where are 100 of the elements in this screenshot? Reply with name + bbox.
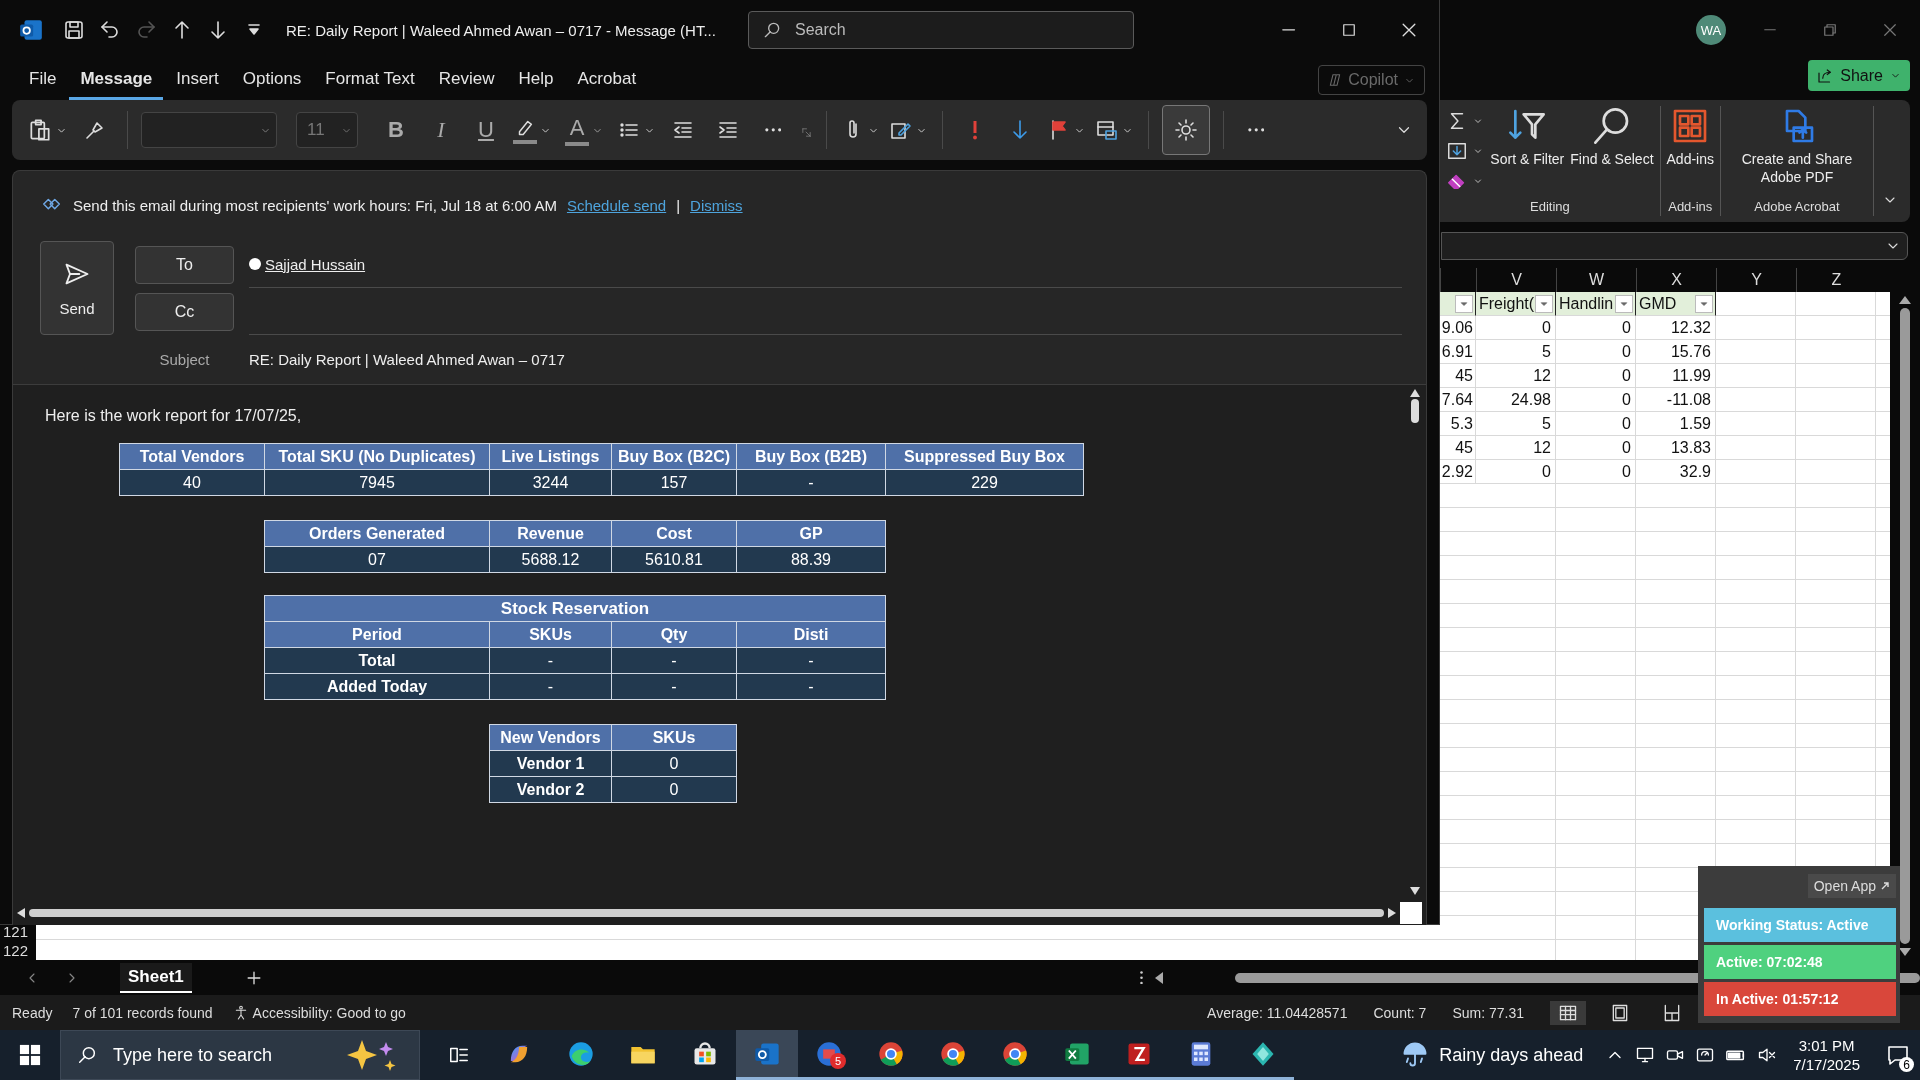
header-cell: Handlin (1559, 294, 1614, 313)
recipient-link[interactable]: Sajjad Hussain (265, 255, 366, 273)
scroll-right-icon[interactable] (1388, 908, 1396, 918)
browser-icon (1001, 1039, 1029, 1068)
font-name-field[interactable] (141, 112, 277, 148)
monitor-icon[interactable] (1635, 1045, 1656, 1065)
column-header: SKUs (611, 724, 737, 751)
theme-toggle-button[interactable] (1162, 105, 1210, 155)
font-size-field[interactable]: 11 (296, 112, 358, 148)
table-cell: - (736, 469, 886, 496)
table-cell: 5 (1542, 414, 1551, 433)
to-field[interactable]: Sajjad Hussain (249, 241, 1402, 288)
row-number: 121 (2, 922, 30, 941)
column-header: Cost (611, 520, 737, 547)
status-text: Average: 11.04428571 (1207, 1004, 1348, 1021)
fill-down-icon (1446, 140, 1469, 162)
column-header: Orders Generated (264, 520, 490, 547)
open-app-button[interactable]: Open App (1807, 874, 1896, 898)
view-button[interactable] (1550, 1000, 1586, 1025)
column-header: GP (736, 520, 886, 547)
table-cell: 0 (1542, 318, 1551, 337)
italic-button[interactable]: I (422, 110, 460, 150)
row-header: Added Today (264, 673, 490, 700)
ribbon-tab[interactable]: Insert (165, 60, 230, 100)
table-cell: 40 (119, 469, 265, 496)
horizontal-scrollbar[interactable] (13, 901, 1426, 925)
status-text: Sum: 77.31 (1452, 1004, 1524, 1021)
bold-button[interactable]: B (377, 110, 415, 150)
scroll-down-icon[interactable] (1899, 948, 1911, 956)
scroll-thumb[interactable] (1900, 308, 1910, 944)
ribbon-tab[interactable]: Review (427, 60, 506, 100)
table-cell: 88.39 (736, 546, 886, 573)
filter-button[interactable] (1535, 294, 1553, 313)
scroll-up-icon[interactable] (1410, 389, 1420, 397)
table-cell: 0 (1622, 342, 1631, 361)
filter-button[interactable] (1455, 294, 1473, 313)
table-cell: 5610.81 (611, 546, 737, 573)
more-icon[interactable] (1140, 970, 1143, 985)
browser-icon (877, 1039, 905, 1068)
windows-icon (19, 1044, 41, 1066)
table-cell: 5688.12 (489, 546, 612, 573)
group-label: Add-ins (1668, 199, 1713, 216)
date-text: 7/17/2025 (1793, 1055, 1860, 1074)
font-color-button[interactable]: A (560, 110, 609, 150)
group-label: Editing (1530, 199, 1570, 216)
ribbon-tab[interactable]: Acrobat (566, 60, 648, 100)
sheet-tab[interactable]: Sheet1 (120, 962, 192, 993)
table-cell: 0 (1622, 318, 1631, 337)
table-cell: 2.92 (1441, 462, 1473, 481)
table-cell: - (736, 673, 886, 700)
table-cell: 5 (1542, 342, 1551, 361)
table-cell: 15.76 (1670, 342, 1711, 361)
taskbar-button[interactable]: 5 (798, 1030, 860, 1080)
ribbon-tab[interactable]: Format Text (314, 60, 426, 100)
link-separator: | (676, 196, 681, 214)
taskbar-search-field[interactable]: Type here to search (60, 1030, 420, 1080)
scroll-left-icon[interactable] (17, 908, 25, 918)
to-button[interactable]: To (135, 245, 234, 284)
sun-icon (1174, 118, 1198, 142)
underline-button[interactable]: U (467, 110, 505, 150)
subject-field[interactable]: RE: Daily Report | Waleed Ahmed Awan – 0717 (249, 351, 565, 368)
send-button[interactable]: Send (40, 241, 114, 335)
scroll-down-icon[interactable] (1410, 887, 1420, 895)
table-cell: 5.3 (1450, 414, 1473, 433)
create-pdf-button[interactable]: Create and Share Adobe PDF (1727, 106, 1867, 186)
weather-widget[interactable]: Rainy days ahead (1401, 1041, 1584, 1069)
scroll-thumb[interactable] (1411, 399, 1419, 423)
filter-button[interactable] (1615, 294, 1633, 313)
scroll-up-icon[interactable] (1899, 296, 1911, 304)
ribbon-tab[interactable]: Options (231, 60, 313, 100)
notifications-button[interactable]: 6 (1876, 1030, 1920, 1080)
cc-button[interactable]: Cc (135, 292, 234, 331)
add-ins-button[interactable]: Add-ins (1666, 106, 1714, 168)
sort-filter-button[interactable]: Sort & Filter (1490, 106, 1565, 168)
clock[interactable]: 3:01 PM 7/17/2025 (1793, 1036, 1860, 1074)
message-icon (1886, 1043, 1910, 1067)
share-button[interactable]: Share (1808, 60, 1910, 91)
scroll-left-icon[interactable] (1155, 971, 1163, 984)
table-cell: 6.91 (1441, 342, 1473, 361)
shopping-bag-icon (691, 1039, 719, 1068)
search-field[interactable]: Search (748, 11, 1134, 49)
table-cell: 7945 (264, 469, 490, 496)
column-header: Revenue (489, 520, 612, 547)
table-cell: 0 (1622, 438, 1631, 457)
schedule-send-link[interactable]: Schedule send (566, 196, 667, 214)
wave-icon (567, 1039, 595, 1068)
ribbon-tab[interactable]: File (18, 60, 68, 100)
more-icon (764, 128, 782, 132)
find-select-button[interactable]: Find & Select (1570, 106, 1654, 168)
search-icon (762, 20, 782, 40)
table-cell: 0 (611, 750, 737, 777)
table-cell: 11.99 (1672, 366, 1711, 385)
dismiss-link[interactable]: Dismiss (690, 196, 743, 214)
table-cell: 12 (1533, 366, 1551, 385)
save-icon (62, 18, 86, 42)
filter-button[interactable] (1695, 294, 1713, 313)
table-cell: 0 (1622, 366, 1631, 385)
column-header: Total Vendors (119, 443, 265, 470)
ribbon-tab[interactable]: Help (507, 60, 565, 100)
user-avatar[interactable]: WA (1696, 15, 1726, 45)
